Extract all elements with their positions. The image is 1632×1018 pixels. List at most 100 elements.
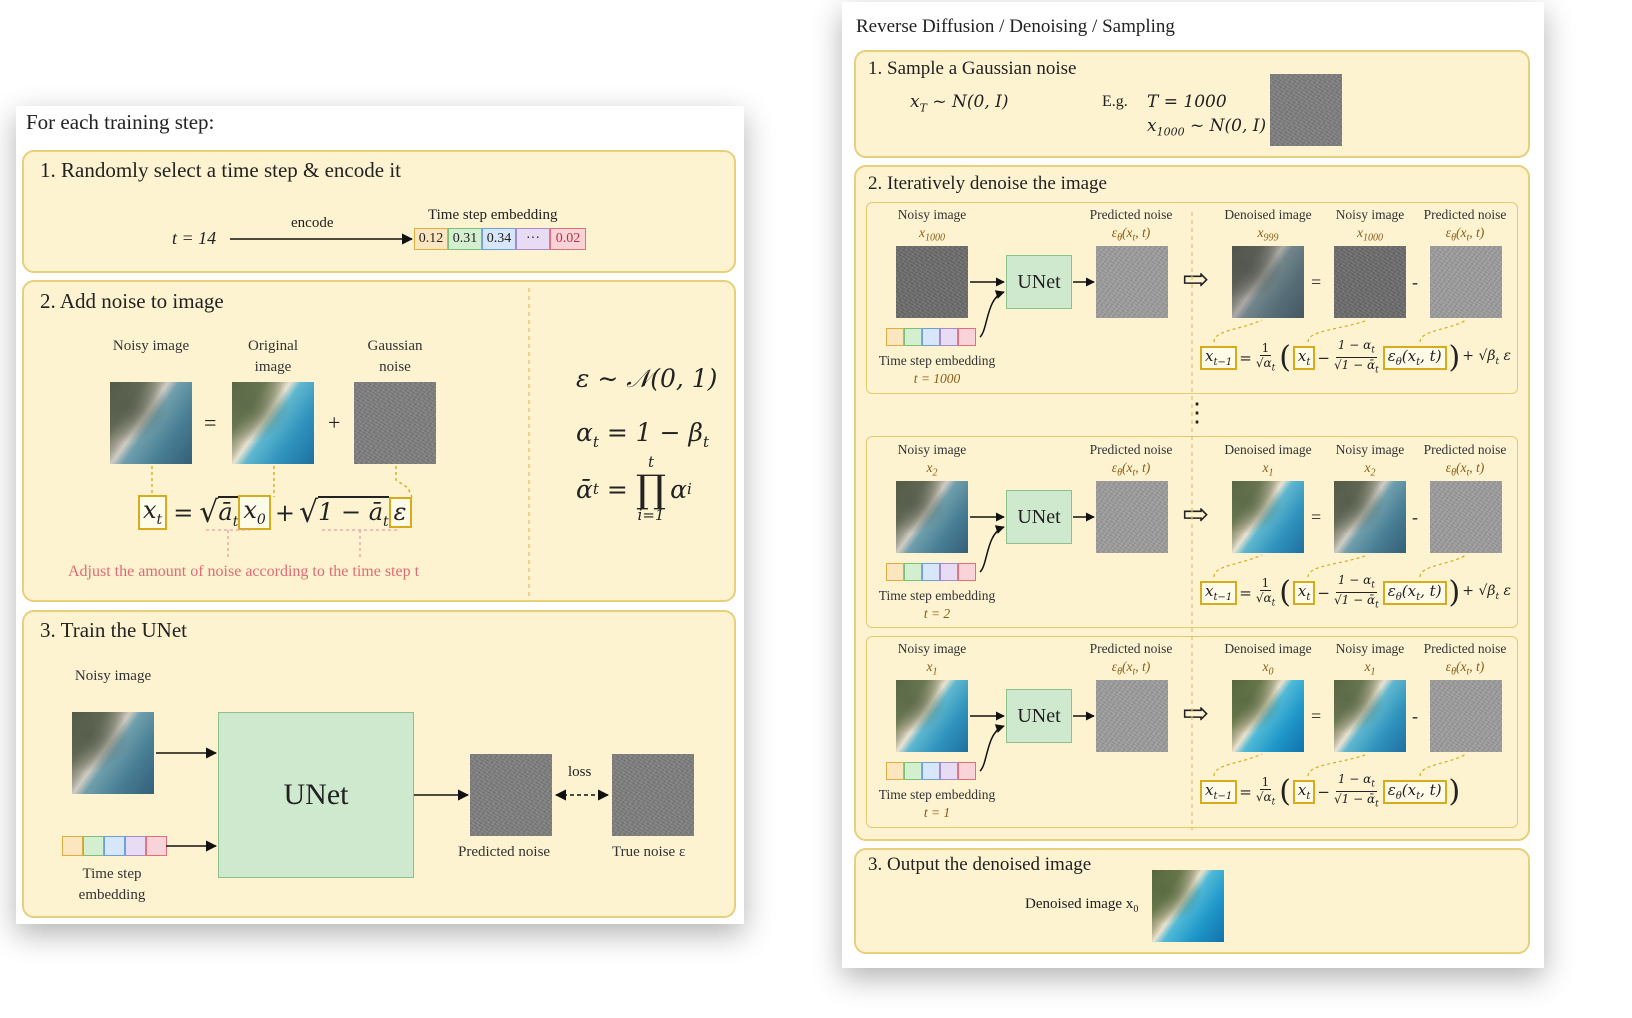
embedding-cell-4: 0.02 xyxy=(550,228,586,250)
row1-noisy2-label: Noisy image x2 xyxy=(1335,442,1405,479)
row1-noisy-label: Noisy image x2 xyxy=(897,442,967,479)
row0-noisy2-label: Noisy image x1000 xyxy=(1335,207,1405,244)
encode-label: encode xyxy=(291,215,334,231)
row1-update-formula: xt−1 = 1 √αt (xt − 1 − αt √1 − ᾱt εθ(xt, t… xyxy=(1200,573,1511,613)
row2-noisy2-label: Noisy image x1 xyxy=(1335,641,1405,678)
example-label: E.g. xyxy=(1102,93,1128,110)
train-time-embedding xyxy=(62,836,167,856)
row1-minus: - xyxy=(1412,507,1418,527)
train-unet-block: UNet xyxy=(218,712,414,878)
row0-noisy-label: Noisy image x1000 xyxy=(897,207,967,244)
true-noise-caption: True noise ε xyxy=(612,844,686,860)
row0-eq: = xyxy=(1311,272,1322,292)
sampling-header: Reverse Diffusion / Denoising / Sampling xyxy=(856,16,1175,37)
rows-ellipsis: ⋮ xyxy=(1184,398,1210,427)
embedding-caption: Time step embedding xyxy=(428,207,558,223)
predicted-noise-caption: Predicted noise xyxy=(458,844,551,860)
equals-sign: = xyxy=(204,410,217,435)
row0-noisy-image xyxy=(896,246,968,318)
train-true-noise xyxy=(612,754,694,836)
row2-pred-label: Predicted noise εθ(xt, t) xyxy=(1089,641,1173,678)
row2-pred-noise xyxy=(1096,680,1168,752)
time-step-value: t = 14 xyxy=(172,228,217,248)
training-step1-title: 1. Randomly select a time step & encode … xyxy=(40,158,401,182)
row1-unet: UNet xyxy=(1006,490,1072,544)
row0-den-label: Denoised image x999 xyxy=(1224,207,1312,244)
row2-noisy-image xyxy=(896,680,968,752)
row0-emb-label: Time step embedding t = 1000 xyxy=(878,353,996,386)
sampling-step2-title: 2. Iteratively denoise the image xyxy=(868,173,1107,194)
alpha-definition: αt = 1 − βt xyxy=(576,418,709,451)
row0-noisy2-image xyxy=(1334,246,1406,318)
row1-eq: = xyxy=(1311,507,1322,527)
train-embedding-caption: Time step embedding xyxy=(78,866,146,903)
sampling-step1-title: 1. Sample a Gaussian noise xyxy=(868,58,1077,79)
plus-sign: + xyxy=(328,410,341,435)
row0-unet: UNet xyxy=(1006,255,1072,309)
row2-denoised-image xyxy=(1232,680,1304,752)
row2-time-embedding xyxy=(886,762,976,780)
row1-pred-noise xyxy=(1096,481,1168,553)
row2-eq: = xyxy=(1311,706,1322,726)
row2-den-label: Denoised image x0 xyxy=(1224,641,1312,678)
row0-pred2-label: Predicted noise εθ(xt, t) xyxy=(1423,207,1507,244)
forward-noise-formula: xt = √ āt x0 + √ 1 − āt ε xyxy=(138,495,412,531)
gaussian-noise-image xyxy=(354,382,436,464)
row2-arrow-icon: ⇨ xyxy=(1182,695,1209,731)
row1-denoised-image xyxy=(1232,481,1304,553)
row1-pred2-noise xyxy=(1430,481,1502,553)
loss-label: loss xyxy=(568,764,592,780)
row1-time-embedding xyxy=(886,563,976,581)
row0-denoised-image xyxy=(1232,246,1304,318)
row1-noisy2-image xyxy=(1334,481,1406,553)
row2-minus: - xyxy=(1412,706,1418,726)
final-denoised-label: Denoised image x0 xyxy=(1025,896,1139,915)
embedding-cell-0: 0.12 xyxy=(414,228,448,250)
example-T: T = 1000 xyxy=(1147,92,1227,112)
row0-minus: - xyxy=(1412,272,1418,292)
formula-x0-box: x0 xyxy=(238,495,271,531)
row2-pred2-label: Predicted noise εθ(xt, t) xyxy=(1423,641,1507,678)
alpha-bar-definition: ᾱt = t ∏ i=1 αi xyxy=(576,453,692,524)
embedding-cell-2: 0.34 xyxy=(482,228,516,250)
row0-arrow-icon: ⇨ xyxy=(1182,261,1209,297)
epsilon-distribution: ε ∼ 𝒩(0, 1) xyxy=(576,364,718,393)
row0-time-embedding xyxy=(886,328,976,346)
row1-emb-label: Time step embedding t = 2 xyxy=(878,588,996,621)
row1-den-label: Denoised image x1 xyxy=(1224,442,1312,479)
training-step2-title: 2. Add noise to image xyxy=(40,289,224,313)
row2-noisy-label: Noisy image x1 xyxy=(897,641,967,678)
noise-adjust-note: Adjust the amount of noise according to … xyxy=(68,563,420,580)
row2-unet: UNet xyxy=(1006,689,1072,743)
row2-emb-label: Time step embedding t = 1 xyxy=(878,787,996,820)
row2-noisy2-image xyxy=(1334,680,1406,752)
original-image xyxy=(232,382,314,464)
formula-xt-box: xt xyxy=(138,495,168,531)
row0-pred2-noise xyxy=(1430,246,1502,318)
sample-prior-eq: xT ~ N(0, I) xyxy=(910,92,1009,115)
time-step-embedding: 0.12 0.31 0.34 ··· 0.02 xyxy=(414,228,586,250)
row2-update-formula: xt−1 = 1 √αt (xt − 1 − αt √1 − ᾱt εθ(xt, t… xyxy=(1200,772,1460,812)
row1-noisy-image xyxy=(896,481,968,553)
noisy-image xyxy=(110,382,192,464)
row2-pred2-noise xyxy=(1430,680,1502,752)
final-denoised-image xyxy=(1152,870,1224,942)
row1-arrow-icon: ⇨ xyxy=(1182,496,1209,532)
noisy-image-caption: Noisy image xyxy=(112,338,190,354)
training-step3-title: 3. Train the UNet xyxy=(40,618,187,642)
sampling-step3-title: 3. Output the denoised image xyxy=(868,854,1092,875)
gaussian-noise-caption: Gaussian noise xyxy=(367,338,423,375)
row0-update-formula: xt−1 = 1 √αt (xt − 1 − αt √1 − ᾱt εθ(xt, t… xyxy=(1200,338,1511,378)
row0-pred-label: Predicted noise εθ(xt, t) xyxy=(1089,207,1173,244)
original-image-caption: Original image xyxy=(248,338,298,375)
training-header: For each training step: xyxy=(26,110,215,134)
train-predicted-noise xyxy=(470,754,552,836)
embedding-cell-3: ··· xyxy=(516,228,550,250)
sampled-noise-image xyxy=(1270,74,1342,146)
formula-eps-box: ε xyxy=(388,497,412,528)
train-noisy-image xyxy=(72,712,154,794)
row1-pred2-label: Predicted noise εθ(xt, t) xyxy=(1423,442,1507,479)
row1-pred-label: Predicted noise εθ(xt, t) xyxy=(1089,442,1173,479)
example-prior: x1000 ~ N(0, I) xyxy=(1147,116,1267,139)
embedding-cell-1: 0.31 xyxy=(448,228,482,250)
